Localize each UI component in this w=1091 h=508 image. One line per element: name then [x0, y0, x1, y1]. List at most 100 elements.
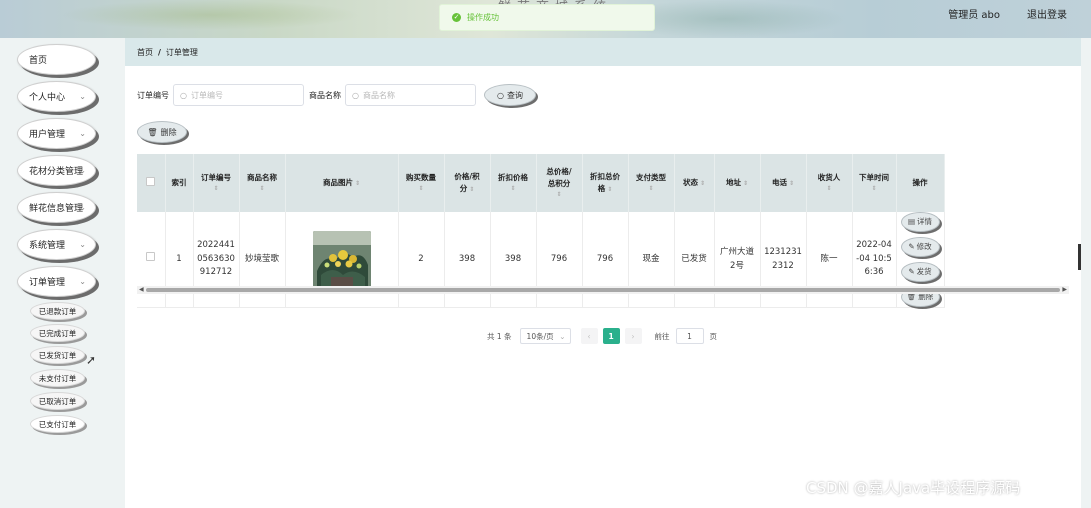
col-actions: 操作: [896, 154, 945, 212]
col-status[interactable]: 状态 ⇕: [674, 154, 715, 212]
col-receiver[interactable]: 收货人 ⇕: [806, 154, 853, 212]
sort-icon[interactable]: ⇕: [629, 184, 674, 194]
scrollbar-thumb[interactable]: [146, 288, 1060, 292]
sort-icon[interactable]: ⇕: [743, 179, 748, 189]
product-name-label: 商品名称: [309, 90, 341, 100]
col-actions-label: 操作: [912, 178, 928, 187]
order-no-part: 912712: [199, 267, 233, 278]
submenu-shipped-orders[interactable]: 已发货订单: [30, 346, 85, 364]
sort-icon[interactable]: ⇕: [700, 179, 705, 189]
col-pay-type-label: 支付类型: [636, 173, 666, 183]
search-icon: ○: [352, 90, 359, 100]
check-circle-icon: ✓: [452, 13, 461, 22]
product-name-placeholder: 商品名称: [362, 90, 395, 100]
edit-button[interactable]: ✎ 修改: [900, 237, 940, 257]
col-order-time[interactable]: 下单时间 ⇕: [852, 154, 897, 212]
sort-icon[interactable]: ⇕: [789, 179, 794, 189]
sidebar-item-home[interactable]: 首页: [17, 44, 96, 75]
sidebar-item-label: 订单管理: [29, 278, 66, 288]
col-address-label: 地址: [725, 178, 741, 187]
col-price[interactable]: 价格/积分 ⇕: [444, 154, 491, 212]
sort-icon[interactable]: ⇕: [491, 184, 536, 194]
order-no-part: 0563630: [197, 253, 235, 264]
page-size-select[interactable]: 10条/页 ⌄: [519, 328, 571, 344]
horizontal-scrollbar[interactable]: ◀ ▶: [137, 286, 1069, 294]
sort-icon[interactable]: ⇕: [853, 184, 896, 194]
sidebar-item-flower-category[interactable]: 花材分类管理 ⌄: [17, 155, 96, 186]
chevron-down-icon: ⌄: [79, 203, 86, 212]
col-phone[interactable]: 电话 ⇕: [760, 154, 807, 212]
submenu-completed-orders[interactable]: 已完成订单: [30, 324, 85, 342]
col-total-label-2: 总积分: [547, 179, 571, 189]
submenu-unpaid-orders[interactable]: 未支付订单: [30, 369, 85, 387]
toast-message: 操作成功: [467, 13, 499, 22]
product-name-input[interactable]: ○ 商品名称: [345, 84, 476, 106]
col-quantity[interactable]: 购买数量 ⇕: [398, 154, 445, 212]
bulk-delete-button[interactable]: 🗑 删除: [137, 121, 187, 143]
edit-icon: ✎: [908, 242, 915, 251]
col-total[interactable]: 总价格/总积分 ⇕: [536, 154, 583, 212]
col-index: 索引: [165, 154, 194, 212]
col-status-label: 状态: [682, 178, 698, 187]
order-no-input[interactable]: ○ 订单编号: [173, 84, 304, 106]
sidebar-item-flower-info[interactable]: 鲜花信息管理 ⌄: [17, 192, 96, 223]
phone-part: 1231231: [764, 246, 802, 257]
next-page-button[interactable]: ›: [624, 328, 642, 344]
col-receiver-label: 收货人: [817, 173, 841, 183]
header-decoration: [60, 0, 360, 30]
logout-link[interactable]: 退出登录: [1027, 6, 1067, 21]
col-product-name[interactable]: 商品名称 ⇕: [239, 154, 286, 212]
sidebar-item-orders[interactable]: 订单管理 ⌄: [17, 266, 96, 297]
scroll-left-icon[interactable]: ◀: [139, 286, 144, 293]
page-edge-handle: [1078, 244, 1081, 270]
scroll-right-icon[interactable]: ▶: [1062, 286, 1067, 293]
sidebar-item-label: 个人中心: [29, 93, 66, 103]
search-icon: ○: [180, 90, 187, 100]
sort-icon[interactable]: ⇕: [355, 179, 360, 189]
page-size-value: 10条/页: [526, 331, 554, 341]
sort-icon[interactable]: ⇕: [194, 184, 239, 194]
address-part: 2号: [730, 260, 744, 271]
sort-icon[interactable]: ⇕: [240, 184, 285, 194]
col-product-image[interactable]: 商品图片 ⇕: [285, 154, 399, 212]
col-discount-price[interactable]: 折扣价格 ⇕: [490, 154, 537, 212]
page-number-current[interactable]: 1: [602, 328, 620, 344]
total-count: 共 1 条: [487, 331, 512, 341]
sort-icon[interactable]: ⇕: [537, 190, 582, 200]
search-bar: 订单编号 ○ 订单编号 商品名称 ○ 商品名称 ○ 查询: [137, 84, 536, 106]
sidebar-item-user-management[interactable]: 用户管理 ⌄: [17, 118, 96, 149]
query-button[interactable]: ○ 查询: [484, 84, 536, 106]
bulk-actions: 🗑 删除: [137, 121, 187, 143]
sidebar-item-system[interactable]: 系统管理 ⌄: [17, 229, 96, 260]
col-phone-label: 电话: [771, 178, 787, 187]
sort-icon[interactable]: ⇕: [399, 184, 444, 194]
ship-icon: ✎: [908, 267, 915, 276]
product-image[interactable]: [312, 230, 371, 289]
col-discount-total[interactable]: 折扣总价格 ⇕: [582, 154, 629, 212]
col-discount-total-label-2: 格: [597, 184, 606, 193]
goto-page-input[interactable]: 1: [675, 328, 704, 344]
chevron-down-icon: ⌄: [79, 92, 86, 101]
col-discount-total-label: 折扣总价: [590, 172, 620, 181]
breadcrumb-home[interactable]: 首页: [137, 47, 153, 58]
detail-button[interactable]: ▤ 详情: [900, 212, 940, 232]
sort-icon[interactable]: ⇕: [607, 185, 612, 195]
submenu-refunded-orders[interactable]: 已退款订单: [30, 302, 85, 320]
chevron-left-icon: ‹: [587, 331, 591, 341]
detail-button-label: 详情: [917, 217, 933, 226]
col-address[interactable]: 地址 ⇕: [714, 154, 761, 212]
sort-icon[interactable]: ⇕: [469, 185, 474, 195]
prev-page-button[interactable]: ‹: [580, 328, 598, 344]
submenu-paid-orders[interactable]: 已支付订单: [30, 415, 85, 433]
col-order-no[interactable]: 订单编号 ⇕: [193, 154, 240, 212]
row-checkbox[interactable]: [146, 252, 156, 262]
sort-icon[interactable]: ⇕: [807, 184, 852, 194]
sidebar-item-personal-center[interactable]: 个人中心 ⌄: [17, 81, 96, 112]
col-pay-type[interactable]: 支付类型 ⇕: [628, 154, 675, 212]
col-product-image-label: 商品图片: [322, 178, 353, 187]
order-panel: 订单编号 ○ 订单编号 商品名称 ○ 商品名称 ○ 查询 🗑 删除 索引 订单编…: [125, 66, 1081, 508]
ship-button[interactable]: ✎ 发货: [900, 262, 940, 282]
address-part: 广州大道: [719, 246, 754, 257]
select-all-checkbox[interactable]: [146, 176, 156, 186]
submenu-cancelled-orders[interactable]: 已取消订单: [30, 392, 85, 410]
